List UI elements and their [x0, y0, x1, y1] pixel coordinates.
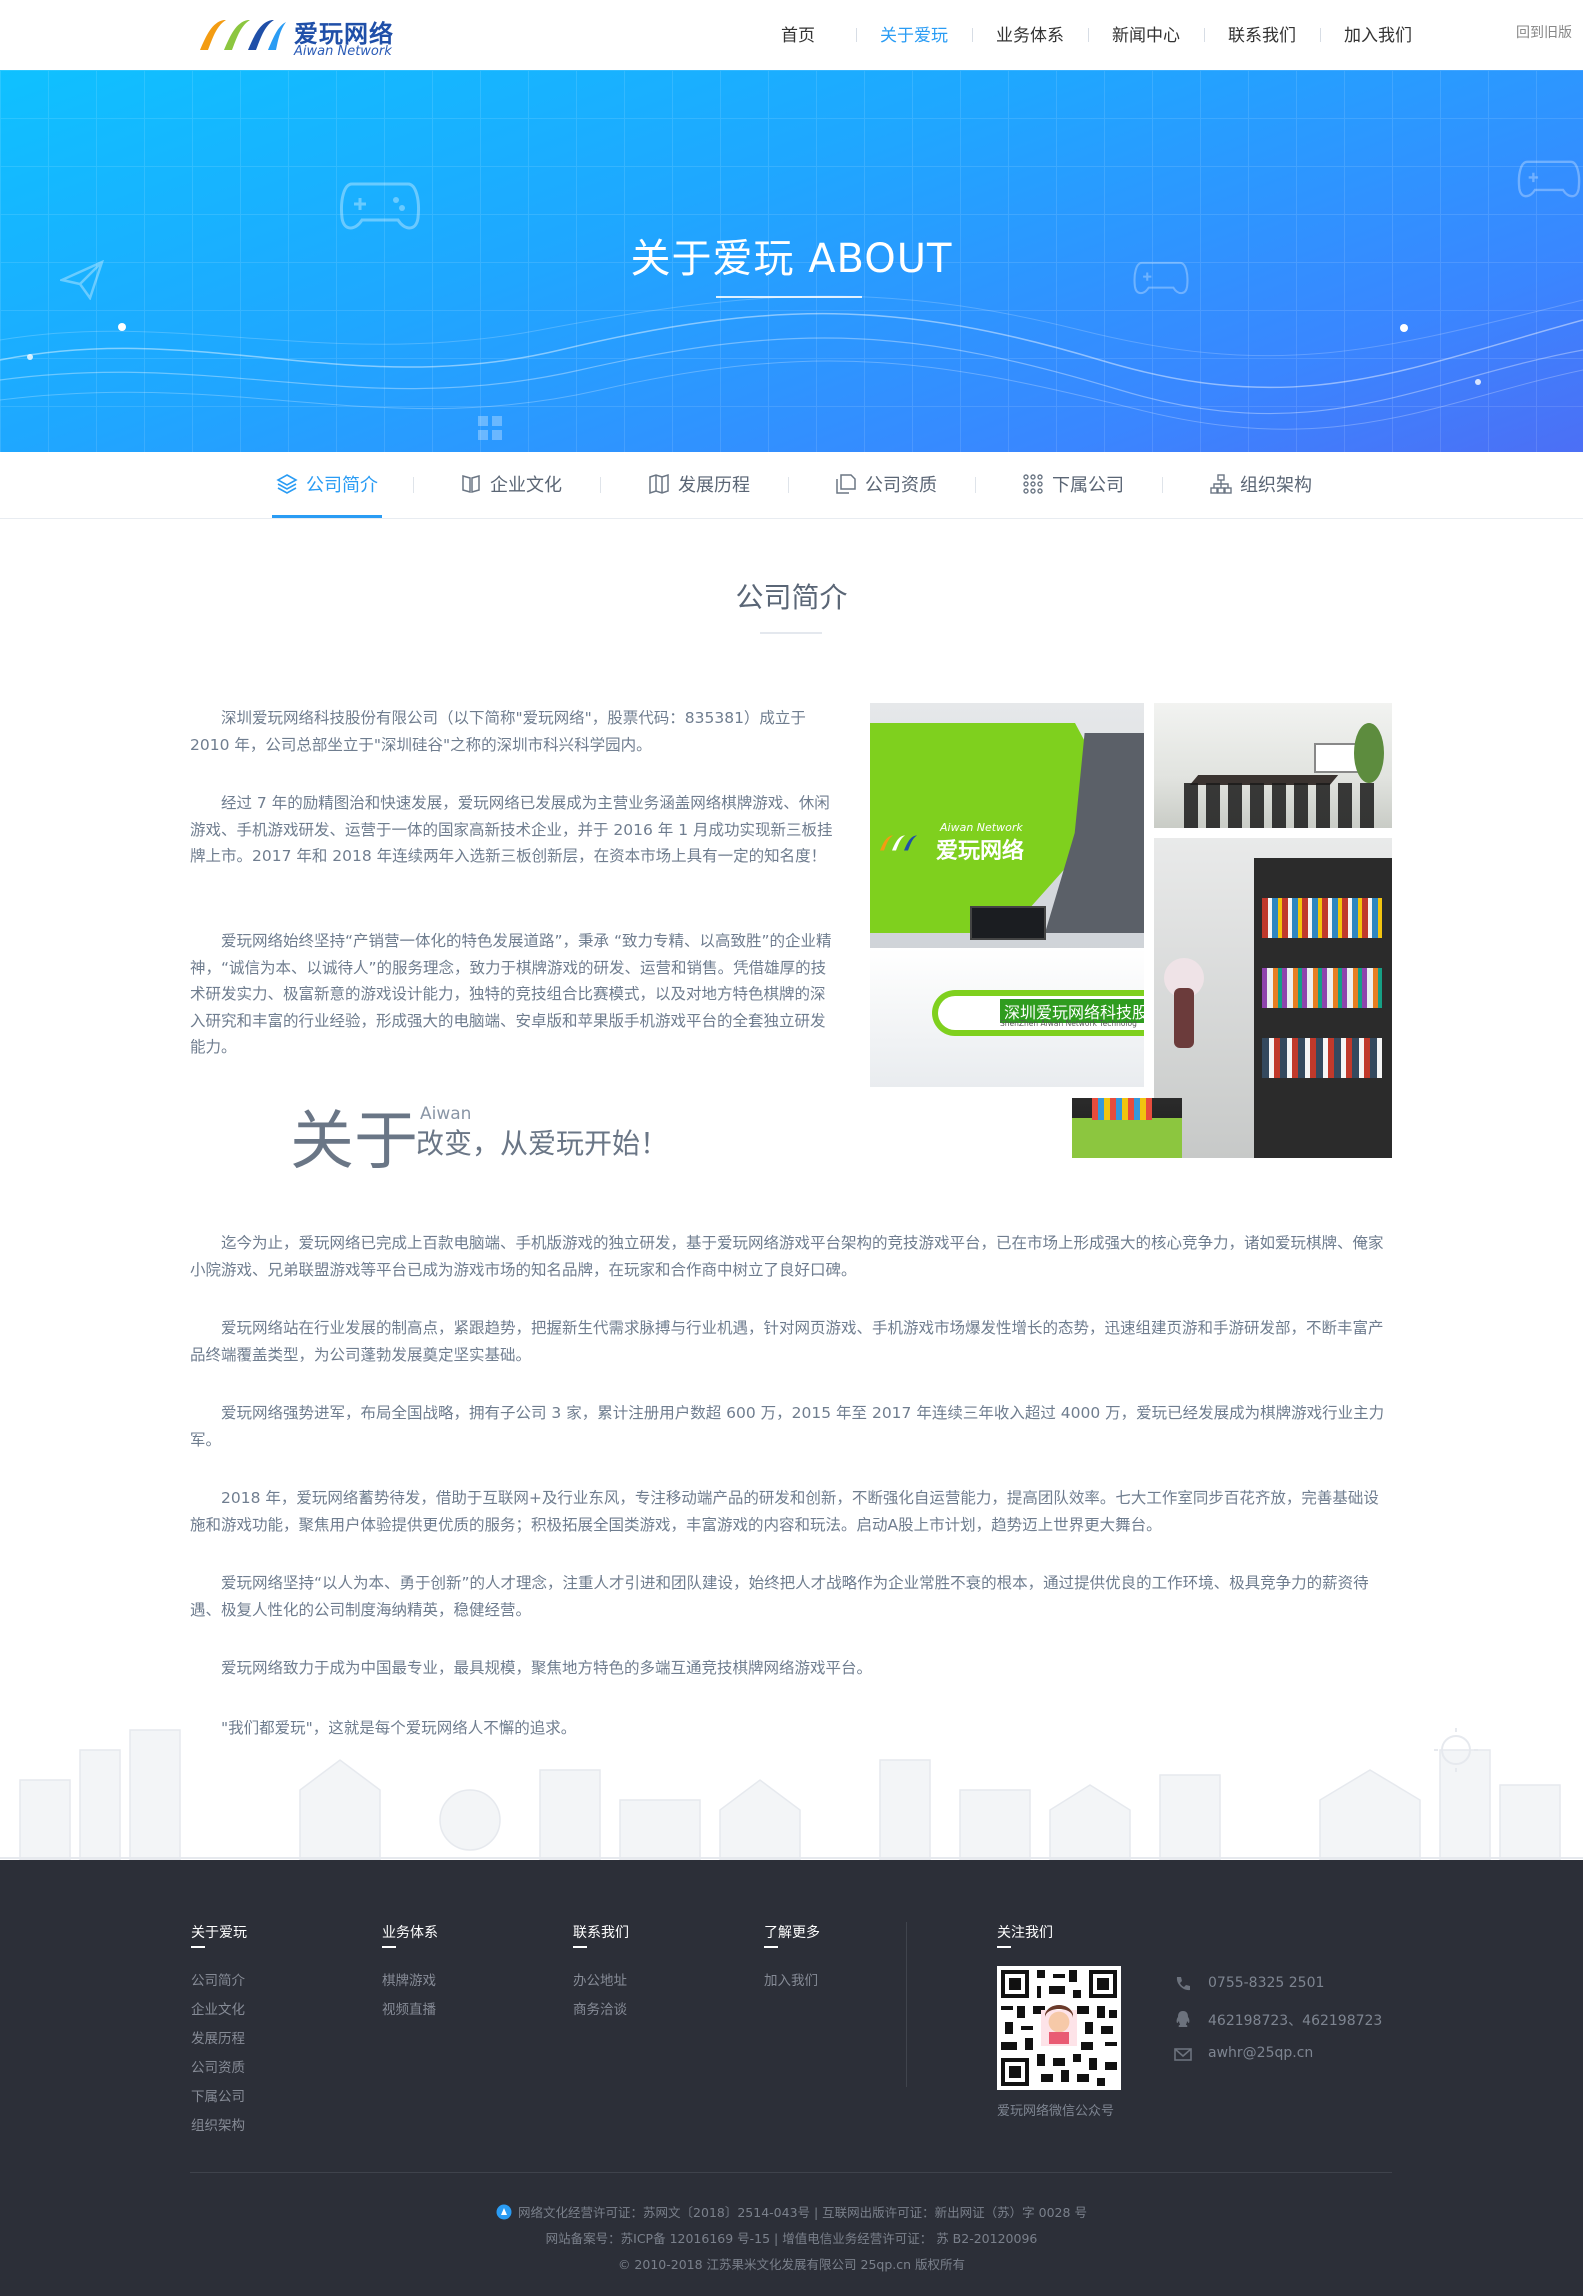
- slogan-big: 关于: [290, 1105, 418, 1179]
- bookshelf-photo: [1154, 838, 1392, 1158]
- site-logo[interactable]: 爱玩网络 Aiwan Network: [196, 14, 396, 59]
- intro-paragraph: 爱玩网络始终坚持“产销营一体化的特色发展道路”，秉承 “致力专精、以高致胜”的企…: [190, 932, 832, 1056]
- about-banner: 关于爱玩 ABOUT: [0, 70, 1583, 452]
- tab-label: 公司资质: [865, 475, 937, 496]
- tab-company-profile[interactable]: 公司简介: [272, 452, 382, 518]
- footer-email[interactable]: awhr@25qp.cn: [1208, 2045, 1313, 2061]
- qq-icon: [1176, 2011, 1190, 2027]
- footer-qq: 462198723、462198723: [1208, 2013, 1383, 2029]
- nav-about[interactable]: 关于爱玩: [856, 0, 972, 70]
- logo-mark-icon: [200, 20, 286, 50]
- lounge-photo: [1072, 1098, 1182, 1158]
- nav-home[interactable]: 首页: [740, 0, 856, 70]
- footer-follow-title: 关注我们: [997, 1922, 1053, 1948]
- site-header: 爱玩网络 Aiwan Network 首页 关于爱玩 业务体系 新闻中心 联系我…: [0, 0, 1583, 70]
- desk-text-en: ShenZhen Aiwan Network Technolog: [1000, 1019, 1137, 1028]
- footer-bottom-line: [190, 2172, 1392, 2173]
- footer-link[interactable]: 发展历程: [191, 2027, 245, 2047]
- slogan-main: 改变，从爱玩开始！: [416, 1127, 669, 1160]
- footer-col-title: 联系我们: [573, 1922, 629, 1948]
- book-icon: [462, 475, 480, 493]
- license-text: 网络文化经营许可证：苏网文〔2018〕2514-043号 | 互联网出版许可证：…: [518, 2205, 1087, 2220]
- body-paragraph: 爱玩网络致力于成为中国最专业，最具规模，聚焦地方特色的多端互通竞技棋牌网络游戏平…: [221, 1659, 873, 1677]
- footer-link[interactable]: 办公地址: [573, 1969, 627, 1989]
- tab-qualification[interactable]: 公司资质: [835, 452, 937, 518]
- tab-label: 组织架构: [1240, 475, 1312, 496]
- intro-paragraph: 深圳爱玩网络科技股份有限公司（以下简称"爱玩网络"，股票代码：835381）成立…: [190, 709, 806, 754]
- old-version-link[interactable]: 回到旧版: [1516, 22, 1572, 42]
- footer-link[interactable]: 视频直播: [382, 1998, 436, 2018]
- tab-separator: [600, 477, 601, 493]
- police-badge-icon: [496, 2204, 512, 2220]
- footer-link[interactable]: 组织架构: [191, 2114, 245, 2134]
- footer-col-title: 了解更多: [764, 1922, 820, 1948]
- footer-link[interactable]: 公司简介: [191, 1969, 245, 1989]
- squares-icon: [478, 416, 502, 440]
- section-title-underline: [760, 632, 822, 634]
- slogan-small: Aiwan: [420, 1104, 472, 1124]
- tab-label: 发展历程: [678, 475, 750, 496]
- body-paragraph: 爱玩网络站在行业发展的制高点，紧跟趋势，把握新生代需求脉搏与行业机遇，针对网页游…: [190, 1319, 1384, 1364]
- reception-brand-text: 爱玩网络: [936, 839, 1025, 864]
- footer-link[interactable]: 商务洽谈: [573, 1998, 627, 2018]
- main-nav: 首页 关于爱玩 业务体系 新闻中心 联系我们 加入我们: [740, 0, 1436, 70]
- gamepad-icon: [1517, 160, 1581, 198]
- map-icon: [649, 473, 669, 495]
- banner-title: 关于爱玩 ABOUT: [630, 236, 953, 282]
- body-paragraph: 爱玩网络坚持“以人为本、勇于创新”的人才理念，注重人才引进和团队建设，始终把人才…: [190, 1574, 1369, 1619]
- site-footer: 关于爱玩 公司简介 企业文化 发展历程 公司资质 下属公司 组织架构 业务体系 …: [0, 1860, 1583, 2296]
- section-title: 公司简介: [735, 581, 848, 614]
- tab-label: 企业文化: [490, 475, 562, 496]
- footer-icp-line: 网站备案号：苏ICP备 12016169 号-15 | 增值电信业务经营许可证：…: [545, 2231, 1038, 2246]
- footer-link[interactable]: 棋牌游戏: [382, 1969, 436, 1989]
- reception-photo: Aiwan Network 爱玩网络 深圳爱玩网络科技股份 ShenZhen A…: [870, 703, 1144, 1087]
- qr-code-icon: [997, 1966, 1121, 2090]
- tab-subsidiaries[interactable]: 下属公司: [1022, 452, 1124, 518]
- tab-organization[interactable]: 组织架构: [1210, 452, 1312, 518]
- org-chart-icon: [1210, 474, 1232, 494]
- body-paragraph: 迄今为止，爱玩网络已完成上百款电脑端、手机版游戏的独立研发，基于爱玩网络游戏平台…: [190, 1234, 1384, 1279]
- nav-business[interactable]: 业务体系: [972, 0, 1088, 70]
- layers-icon: [276, 474, 298, 494]
- footer-divider: [906, 1922, 907, 2087]
- banner-underline: [716, 296, 862, 298]
- tab-culture[interactable]: 企业文化: [460, 452, 562, 518]
- tab-label: 公司简介: [306, 475, 378, 496]
- footer-link[interactable]: 加入我们: [764, 1969, 818, 1989]
- meeting-room-photo: [1154, 703, 1392, 828]
- wechat-qr-code: [997, 1966, 1121, 2090]
- tab-separator: [788, 477, 789, 493]
- nav-join[interactable]: 加入我们: [1320, 0, 1436, 70]
- tab-separator: [413, 477, 414, 493]
- nav-contact[interactable]: 联系我们: [1204, 0, 1320, 70]
- body-paragraph: 2018 年，爱玩网络蓄势待发，借助于互联网+及行业东风，专注移动端产品的研发和…: [190, 1489, 1379, 1534]
- phone-icon: [1176, 1977, 1190, 1991]
- logo-text-en: Aiwan Network: [294, 44, 392, 59]
- documents-icon: [836, 474, 856, 494]
- footer-copyright: © 2010-2018 江苏果米文化发展有限公司 25qp.cn 版权所有: [617, 2257, 966, 2272]
- city-skyline-decoration: [0, 1728, 1583, 1860]
- footer-phone: 0755-8325 2501: [1208, 1975, 1325, 1991]
- body-paragraph: 爱玩网络强势进军，布局全国战略，拥有子公司 3 家，累计注册用户数超 600 万…: [190, 1404, 1385, 1449]
- grid-dots-icon: [1023, 474, 1043, 494]
- logo-mark-icon: [880, 835, 917, 851]
- footer-col-title: 业务体系: [382, 1922, 438, 1948]
- about-subtabs: 公司简介 企业文化 发展历程 公司资质 下属公司 组织架构: [0, 452, 1583, 519]
- footer-link[interactable]: 公司资质: [191, 2056, 245, 2076]
- footer-col-title: 关于爱玩: [191, 1922, 247, 1948]
- footer-link[interactable]: 企业文化: [191, 1998, 245, 2018]
- footer-link[interactable]: 下属公司: [191, 2085, 245, 2105]
- tab-separator: [975, 477, 976, 493]
- footer-license-line: 网络文化经营许可证：苏网文〔2018〕2514-043号 | 互联网出版许可证：…: [0, 2202, 1583, 2221]
- qr-caption: 爱玩网络微信公众号: [997, 2104, 1115, 2119]
- mail-icon: [1174, 2048, 1192, 2061]
- tab-label: 下属公司: [1052, 475, 1124, 496]
- tab-history[interactable]: 发展历程: [648, 452, 750, 518]
- intro-paragraph: 经过 7 年的励精图治和快速发展，爱玩网络已发展成为主营业务涵盖网络棋牌游戏、休…: [190, 794, 833, 865]
- monitor: [970, 906, 1046, 940]
- nav-news[interactable]: 新闻中心: [1088, 0, 1204, 70]
- tab-separator: [1162, 477, 1163, 493]
